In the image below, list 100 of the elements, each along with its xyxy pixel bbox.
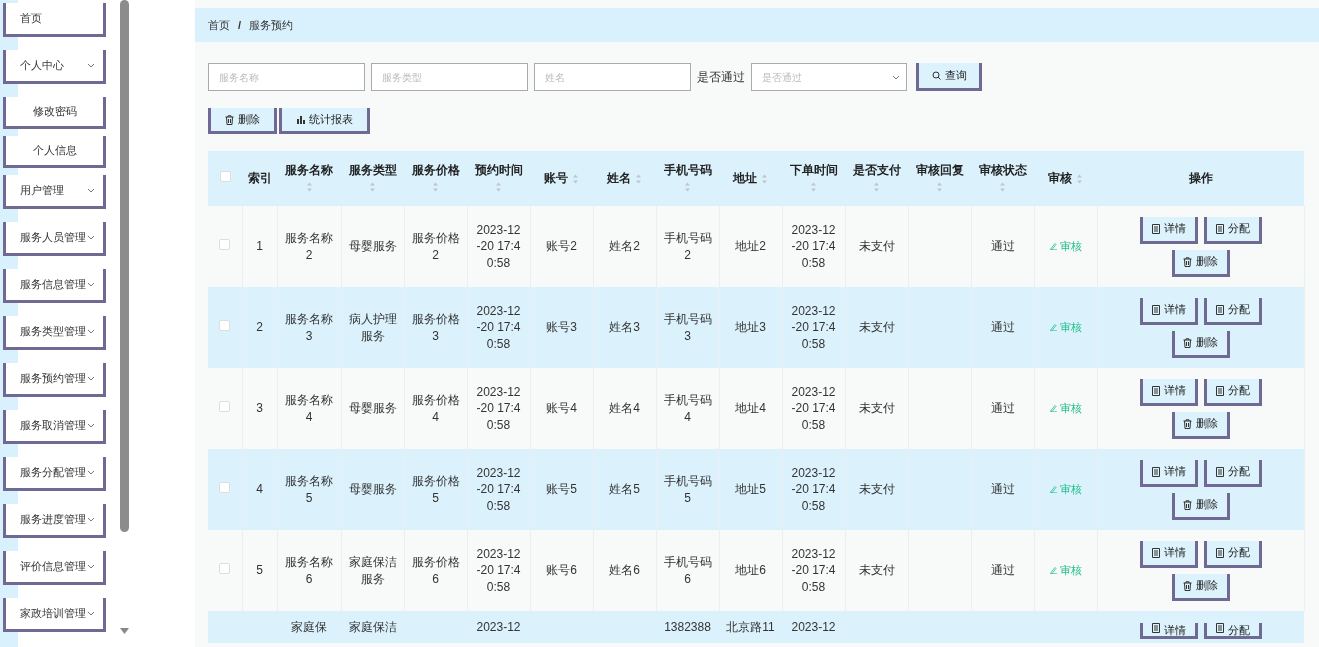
sidebar-item[interactable]: 服务取消管理 (3, 410, 106, 444)
sidebar-item[interactable]: 服务类型管理 (3, 316, 106, 350)
delete-button[interactable]: 删除 (1171, 573, 1230, 601)
table-cell: 服务名称2 (285, 231, 333, 262)
sort-icon[interactable] (495, 182, 502, 193)
table-cell: 服务价格4 (411, 393, 460, 424)
details-button[interactable]: 详情 (1139, 459, 1198, 487)
table-cell: 服务价格3 (411, 312, 460, 343)
table-cell: 服务名称3 (285, 312, 333, 343)
scrollbar-thumb[interactable] (120, 0, 129, 532)
pen-icon (1049, 242, 1057, 251)
delete-button[interactable]: 删除 (1171, 492, 1230, 520)
column-header: 预约时间 (474, 162, 523, 177)
bar-chart-icon (296, 115, 305, 124)
details-button[interactable]: 详情 (1139, 540, 1198, 568)
sidebar-item[interactable]: 服务分配管理 (3, 457, 106, 491)
sidebar-item[interactable]: 个人信息 (3, 136, 106, 168)
column-header: 手机号码 (663, 162, 712, 177)
sidebar-item[interactable]: 评价信息管理 (3, 551, 106, 585)
row-checkbox[interactable] (219, 401, 231, 413)
select-all-checkbox[interactable] (219, 171, 231, 183)
breadcrumb-link[interactable]: 首页 (208, 16, 230, 34)
table-cell: 手机号码5 (663, 474, 712, 505)
table-cell: 手机号码2 (663, 231, 712, 262)
sort-icon[interactable] (936, 182, 943, 193)
delete-button[interactable]: 删除 (1171, 249, 1230, 277)
breadcrumb-current: 服务预约 (249, 17, 294, 33)
assign-button[interactable]: 分配 (1203, 216, 1262, 244)
sidebar-item[interactable]: 修改密码 (3, 97, 106, 129)
table-cell: 姓名5 (609, 482, 640, 497)
delete-button[interactable]: 删除 (1171, 411, 1230, 439)
table-cell: 家庭保 (291, 620, 327, 634)
sort-icon[interactable] (810, 182, 817, 193)
column-header: 审核状态 (978, 162, 1027, 177)
table-cell: 手机号码6 (663, 555, 712, 586)
sidebar-item[interactable]: 服务人员管理 (3, 222, 106, 256)
details-button[interactable]: 详情 (1139, 623, 1198, 639)
sort-icon[interactable] (634, 173, 642, 184)
scroll-down-arrow-icon[interactable] (120, 628, 129, 634)
table-cell: 2023-12-20 17:40:58 (476, 385, 521, 432)
sort-icon[interactable] (432, 182, 439, 193)
sort-icon[interactable] (684, 182, 691, 193)
sort-icon[interactable] (571, 173, 579, 184)
details-button[interactable]: 详情 (1139, 297, 1198, 325)
sidebar-item[interactable]: 服务预约管理 (3, 363, 106, 397)
delete-button[interactable]: 删除 (208, 108, 277, 134)
search-field[interactable]: 姓名 (534, 63, 691, 91)
assign-button[interactable]: 分配 (1203, 297, 1262, 325)
chevron-down-icon (87, 282, 95, 287)
column-header: 操作 (1188, 171, 1213, 186)
details-button[interactable]: 详情 (1139, 216, 1198, 244)
table-cell: 母婴服务 (348, 401, 397, 416)
table-cell: 地址2 (735, 239, 766, 254)
sidebar-item[interactable]: 家政培训管理 (3, 598, 106, 632)
details-button[interactable]: 详情 (1139, 378, 1198, 406)
sort-icon[interactable] (1075, 173, 1083, 184)
sort-icon[interactable] (760, 173, 768, 184)
sort-icon[interactable] (305, 182, 313, 193)
table-cell: 地址5 (735, 482, 766, 497)
chevron-down-icon (87, 423, 95, 428)
table-cell: 未支付 (858, 401, 895, 416)
sidebar-item[interactable]: 用户管理 (3, 175, 106, 209)
table-cell: 账号5 (546, 482, 577, 497)
delete-button[interactable]: 删除 (1171, 330, 1230, 358)
sort-icon[interactable] (999, 182, 1006, 193)
column-header: 索引 (247, 171, 272, 186)
table-cell: 通过 (990, 482, 1015, 497)
sidebar-item[interactable]: 服务进度管理 (3, 504, 106, 538)
row-checkbox[interactable] (219, 239, 231, 251)
sort-icon[interactable] (873, 182, 880, 193)
assign-button[interactable]: 分配 (1203, 378, 1262, 406)
table-cell: 1 (256, 239, 263, 254)
table-cell: 姓名6 (609, 563, 640, 578)
sidebar-item[interactable]: 首页 (3, 3, 106, 37)
table-cell: 家庭保洁 (348, 620, 397, 634)
report-button[interactable]: 统计报表 (279, 108, 370, 134)
column-header: 姓名 (607, 171, 632, 186)
table-cell: 通过 (990, 239, 1015, 254)
row-checkbox[interactable] (219, 563, 231, 575)
assign-button[interactable]: 分配 (1203, 623, 1262, 639)
sort-icon[interactable] (369, 182, 376, 193)
table-cell: 未支付 (858, 482, 895, 497)
assign-button[interactable]: 分配 (1203, 459, 1262, 487)
search-button[interactable]: 查询 (916, 63, 982, 91)
row-checkbox[interactable] (219, 482, 231, 494)
search-field[interactable]: 服务名称 (208, 63, 365, 91)
trash-icon (225, 114, 234, 125)
table-cell: 2 (256, 320, 263, 335)
sidebar-item[interactable]: 服务信息管理 (3, 269, 106, 303)
sidebar-item[interactable]: 个人中心 (3, 50, 106, 84)
table-cell: 通过 (990, 563, 1015, 578)
column-header: 是否支付 (852, 162, 901, 177)
document-icon (1215, 466, 1224, 477)
table-cell: 服务价格2 (411, 231, 460, 262)
document-icon (1151, 223, 1160, 234)
row-checkbox[interactable] (219, 320, 231, 332)
column-header: 地址 (733, 171, 758, 186)
chevron-down-icon (87, 376, 95, 381)
assign-button[interactable]: 分配 (1203, 540, 1262, 568)
column-header: 服务类型 (348, 162, 397, 177)
